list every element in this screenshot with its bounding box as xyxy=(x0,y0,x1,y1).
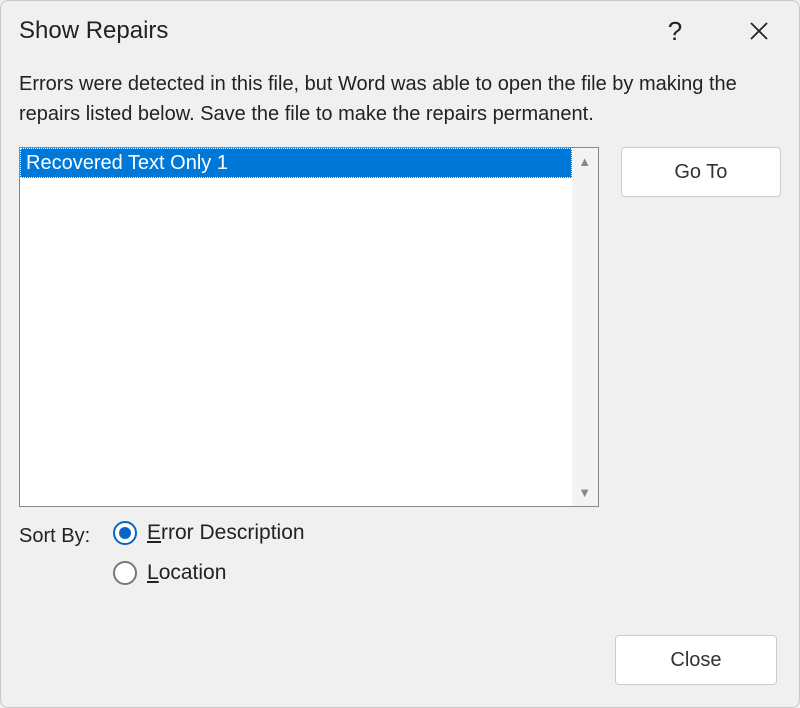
sort-radio-group: Error Description Location xyxy=(113,521,305,585)
scroll-down-icon[interactable]: ▼ xyxy=(578,485,591,500)
radio-location[interactable]: Location xyxy=(113,561,305,585)
radio-label: Location xyxy=(147,561,226,585)
repairs-listbox[interactable]: Recovered Text Only 1 ▲ ▼ xyxy=(19,147,599,507)
list-scrollbar[interactable]: ▲ ▼ xyxy=(572,148,598,506)
sort-by-group: Sort By: Error Description Location xyxy=(19,521,781,585)
radio-label: Error Description xyxy=(147,521,305,545)
scroll-up-icon[interactable]: ▲ xyxy=(578,154,591,169)
close-icon[interactable] xyxy=(737,11,781,51)
content-row: Recovered Text Only 1 ▲ ▼ Go To xyxy=(19,147,781,507)
dialog-body: Errors were detected in this file, but W… xyxy=(1,57,799,603)
description-text: Errors were detected in this file, but W… xyxy=(19,69,781,129)
radio-indicator-icon xyxy=(113,521,137,545)
radio-indicator-icon xyxy=(113,561,137,585)
goto-button[interactable]: Go To xyxy=(621,147,781,197)
help-icon[interactable]: ? xyxy=(653,11,697,51)
titlebar: Show Repairs ? xyxy=(1,1,799,57)
list-item[interactable]: Recovered Text Only 1 xyxy=(20,148,572,178)
radio-error-description[interactable]: Error Description xyxy=(113,521,305,545)
dialog-footer: Close xyxy=(615,635,777,685)
show-repairs-dialog: Show Repairs ? Errors were detected in t… xyxy=(0,0,800,708)
dialog-title: Show Repairs xyxy=(19,17,653,45)
sort-by-label: Sort By: xyxy=(19,521,91,548)
repairs-list[interactable]: Recovered Text Only 1 xyxy=(20,148,572,506)
close-button[interactable]: Close xyxy=(615,635,777,685)
